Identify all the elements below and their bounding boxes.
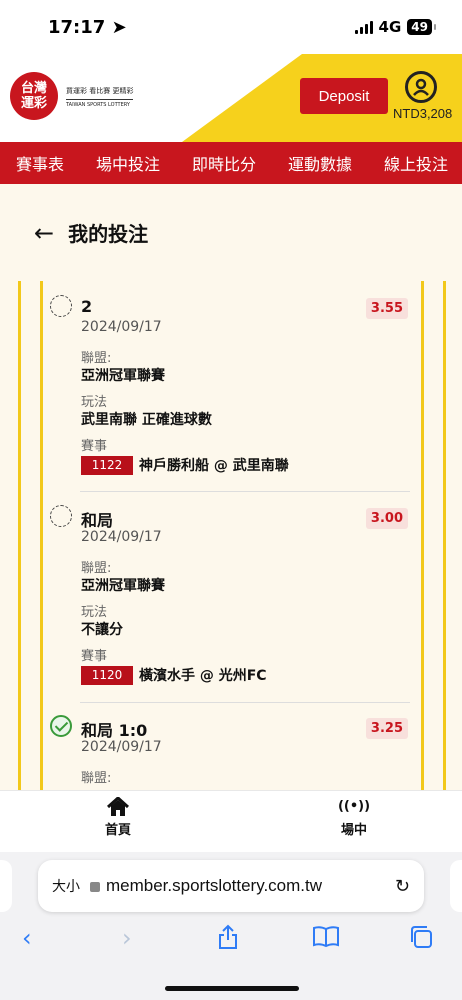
bet-date: 2024/09/17 xyxy=(81,319,162,335)
bet-selection: 2 xyxy=(81,297,93,316)
bet-date: 2024/09/17 xyxy=(81,739,162,755)
play-label: 玩法 xyxy=(81,395,108,410)
page-title: 我的投注 xyxy=(68,222,149,246)
live-broadcast-icon: ((•)) xyxy=(337,799,371,814)
play-label: 玩法 xyxy=(81,605,108,620)
address-bar[interactable]: 大小 member.sportslottery.com.tw ↻ xyxy=(38,860,424,912)
share-icon[interactable] xyxy=(216,924,240,956)
site-header: 台灣 運彩 買運彩 看比賽 更精彩 TAIWAN SPORTS LOTTERY … xyxy=(0,54,462,142)
network-type: 4G xyxy=(378,18,402,36)
nav-item-schedule[interactable]: 賽事表 xyxy=(16,151,64,175)
match-code: 1122 xyxy=(81,455,133,475)
bet-selection: 和局 xyxy=(81,511,114,530)
play-value: 武里南聯 正確進球數 xyxy=(81,412,212,428)
next-tab-peek[interactable] xyxy=(450,860,462,912)
main-nav: 賽事表 場中投注 即時比分 運動數據 線上投注 xyxy=(0,142,462,184)
tab-home[interactable]: 首頁 xyxy=(88,795,148,838)
home-icon xyxy=(106,795,130,817)
bookmarks-icon[interactable] xyxy=(312,924,340,954)
bet-selection: 和局 1:0 xyxy=(81,721,148,740)
app-tab-bar: 首頁 ((•)) 場中 xyxy=(0,790,462,852)
nav-item-sports-data[interactable]: 運動數據 xyxy=(288,151,352,175)
league-label: 聯盟: xyxy=(81,561,112,576)
forward-icon[interactable]: › xyxy=(122,924,132,952)
tabs-icon[interactable] xyxy=(408,924,434,956)
url-text[interactable]: member.sportslottery.com.tw xyxy=(106,876,395,896)
event-label: 賽事 xyxy=(81,649,108,664)
play-value: 不讓分 xyxy=(81,622,123,638)
lock-icon xyxy=(90,882,100,892)
reload-icon[interactable]: ↻ xyxy=(395,876,410,897)
status-bar: 17:17 ➤ 4G 49 xyxy=(0,0,462,54)
home-indicator xyxy=(165,986,299,991)
text-size-button[interactable]: 大小 xyxy=(52,876,80,896)
bet-list: 2 2024/09/17 3.55 聯盟: 亞洲冠軍聯賽 玩法 武里南聯 正確進… xyxy=(18,281,446,791)
battery-icon: 49 xyxy=(407,19,436,35)
pending-status-icon xyxy=(50,505,72,527)
event-value: 1120 橫濱水手 @ 光州FC xyxy=(81,665,267,685)
logo-slogan: 買運彩 看比賽 更精彩 TAIWAN SPORTS LOTTERY xyxy=(66,87,134,108)
deposit-button[interactable]: Deposit xyxy=(300,78,388,114)
tab-live[interactable]: ((•)) 場中 xyxy=(324,797,384,838)
site-logo[interactable]: 台灣 運彩 xyxy=(10,72,58,120)
event-label: 賽事 xyxy=(81,439,108,454)
match-teams: 神戶勝利船 @ 武里南聯 xyxy=(139,458,289,474)
league-value: 亞洲冠軍聯賽 xyxy=(81,368,165,384)
status-time: 17:17 ➤ xyxy=(48,17,127,38)
pending-status-icon xyxy=(50,295,72,317)
previous-tab-peek[interactable] xyxy=(0,860,12,912)
league-label: 聯盟: xyxy=(81,351,112,366)
bet-odds: 3.25 xyxy=(365,718,408,739)
bet-odds: 3.00 xyxy=(365,508,408,529)
nav-item-online-betting[interactable]: 線上投注 xyxy=(384,151,448,175)
back-arrow-icon[interactable]: ← xyxy=(34,219,54,247)
nav-item-live-scores[interactable]: 即時比分 xyxy=(192,151,256,175)
league-label: 聯盟: xyxy=(81,771,112,786)
check-circle-icon xyxy=(50,715,72,737)
league-value: 亞洲冠軍聯賽 xyxy=(81,578,165,594)
signal-icon xyxy=(354,20,373,34)
match-code: 1120 xyxy=(81,665,133,685)
match-teams: 橫濱水手 @ 光州FC xyxy=(139,668,267,684)
back-icon[interactable]: ‹ xyxy=(22,924,32,952)
user-account-icon[interactable] xyxy=(405,71,437,103)
account-balance: NTD3,208 xyxy=(393,106,453,121)
bet-odds: 3.55 xyxy=(365,298,408,319)
browser-toolbar: 大小 member.sportslottery.com.tw ↻ ‹ › xyxy=(0,852,462,1000)
nav-item-live-betting[interactable]: 場中投注 xyxy=(96,151,160,175)
event-value: 1122 神戶勝利船 @ 武里南聯 xyxy=(81,455,289,475)
bet-date: 2024/09/17 xyxy=(81,529,162,545)
